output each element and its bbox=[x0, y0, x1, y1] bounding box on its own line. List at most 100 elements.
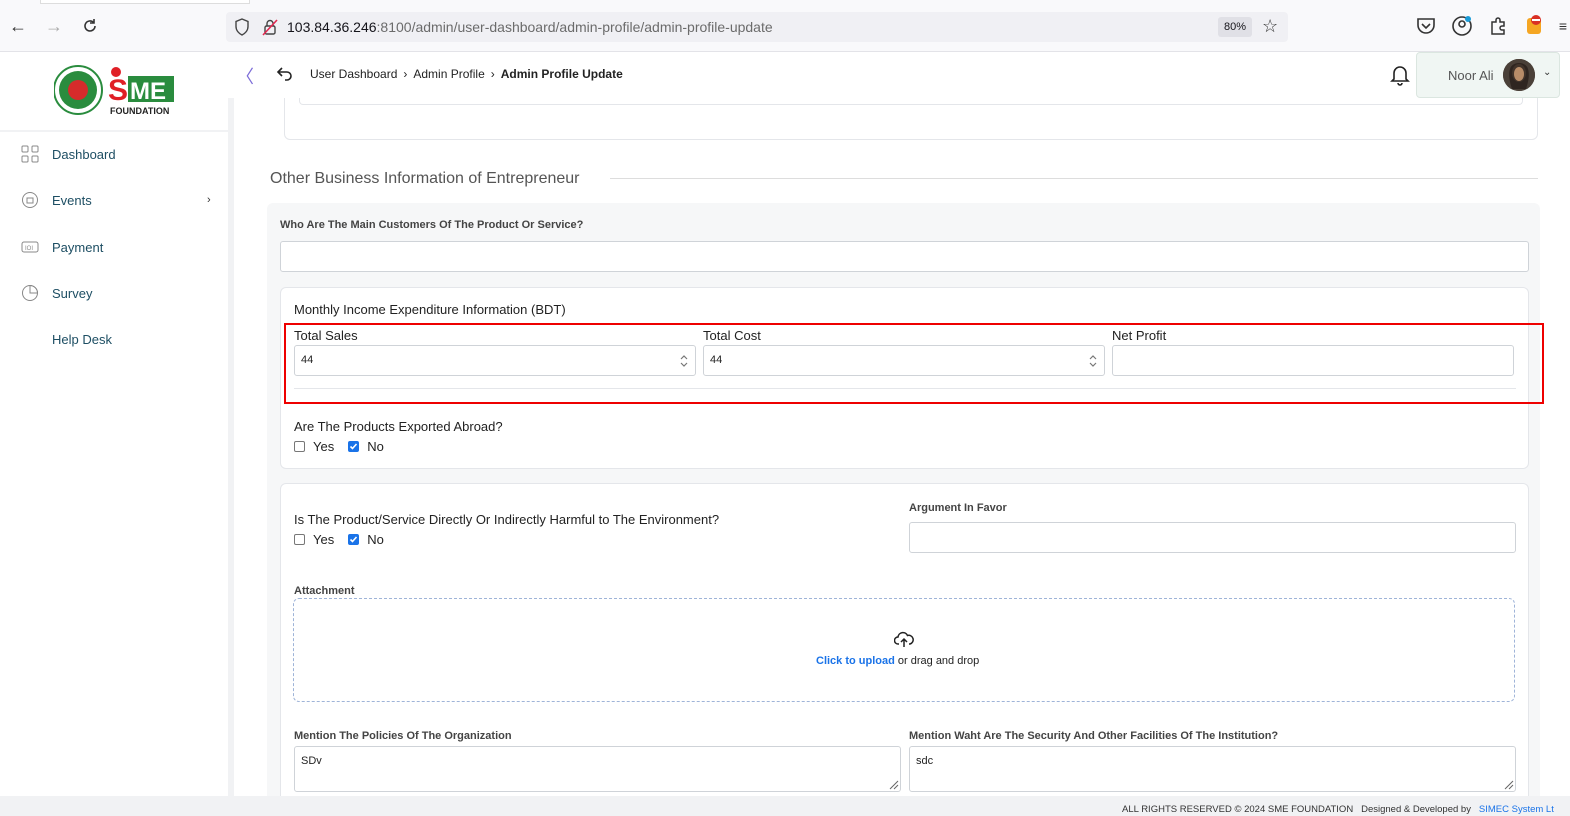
chevron-right-icon: › bbox=[490, 67, 495, 81]
monthly-divider bbox=[294, 388, 1516, 389]
events-icon bbox=[20, 190, 40, 210]
argument-input[interactable] bbox=[909, 522, 1516, 553]
extension-badge-icon[interactable] bbox=[1522, 14, 1546, 38]
breadcrumb-user-dashboard[interactable]: User Dashboard bbox=[310, 67, 397, 81]
bookmark-star-icon[interactable]: ☆ bbox=[1262, 16, 1282, 38]
upload-text: Click to upload or drag and drop bbox=[816, 655, 979, 667]
export-no-checkbox[interactable] bbox=[348, 441, 360, 452]
back-arrow-icon[interactable]: ← bbox=[6, 14, 30, 38]
collapse-sidebar-icon[interactable]: 〈 bbox=[236, 63, 254, 89]
security-textarea[interactable]: sdc bbox=[909, 746, 1516, 792]
sidebar-item-label: Dashboard bbox=[52, 146, 116, 162]
drag-drop-text: or drag and drop bbox=[897, 655, 980, 667]
monthly-income-title: Monthly Income Expenditure Information (… bbox=[294, 302, 566, 317]
security-label: Mention Waht Are The Security And Other … bbox=[909, 730, 1279, 742]
account-icon[interactable] bbox=[1450, 14, 1474, 38]
monthly-income-card: Monthly Income Expenditure Information (… bbox=[280, 287, 1529, 469]
resize-grip-icon[interactable] bbox=[887, 778, 899, 790]
environment-question: Is The Product/Service Directly Or Indir… bbox=[294, 512, 720, 527]
attachment-label: Attachment bbox=[294, 585, 355, 597]
sidebar-item-survey[interactable]: Survey bbox=[20, 281, 92, 305]
security-value: sdc bbox=[916, 755, 934, 767]
net-profit-input[interactable] bbox=[1112, 345, 1514, 376]
sme-foundation-logo[interactable]: S ME FOUNDATION bbox=[54, 64, 176, 116]
argument-label: Argument In Favor bbox=[909, 502, 1007, 514]
export-yes-label: Yes bbox=[313, 439, 335, 454]
business-info-card: Who Are The Main Customers Of The Produc… bbox=[267, 203, 1540, 796]
svg-text:ME: ME bbox=[130, 78, 166, 105]
logo-brand-text: FOUNDATION bbox=[110, 106, 169, 116]
sidebar-item-payment[interactable]: IOI Payment bbox=[20, 235, 103, 259]
total-sales-label: Total Sales bbox=[294, 328, 358, 343]
number-stepper-icon[interactable] bbox=[1088, 353, 1098, 369]
main-content: Other Business Information of Entreprene… bbox=[234, 98, 1570, 796]
sidebar-item-label: Help Desk bbox=[52, 331, 112, 347]
number-stepper-icon[interactable] bbox=[679, 353, 689, 369]
chevron-right-icon[interactable]: › bbox=[207, 194, 211, 206]
top-header: 〈 User Dashboard › Admin Profile › Admin… bbox=[228, 52, 1570, 98]
policies-textarea[interactable]: SDv bbox=[294, 746, 901, 792]
reload-icon[interactable] bbox=[78, 14, 102, 38]
address-bar[interactable]: 103.84.36.246:8100/admin/user-dashboard/… bbox=[226, 12, 1288, 42]
svg-text:IOI: IOI bbox=[25, 246, 33, 252]
click-to-upload-link[interactable]: Click to upload bbox=[816, 655, 895, 667]
breadcrumb-admin-profile[interactable]: Admin Profile bbox=[413, 67, 484, 81]
policies-value: SDv bbox=[301, 755, 322, 767]
menu-icon[interactable]: ≡ bbox=[1556, 14, 1570, 38]
environment-no-label: No bbox=[367, 532, 384, 547]
grid-icon bbox=[20, 144, 40, 164]
copyright-text: ALL RIGHTS RESERVED © 2024 SME FOUNDATIO… bbox=[1122, 804, 1354, 815]
section-divider bbox=[610, 178, 1538, 179]
cloud-upload-icon bbox=[894, 631, 914, 647]
export-no-label: No bbox=[367, 439, 384, 454]
pocket-icon[interactable] bbox=[1414, 14, 1438, 38]
insecure-lock-icon[interactable] bbox=[262, 18, 278, 36]
designed-by-text: Designed & Developed by bbox=[1361, 804, 1471, 815]
forward-arrow-icon[interactable]: → bbox=[42, 14, 66, 38]
environment-yes-checkbox[interactable] bbox=[294, 534, 305, 545]
environment-no-checkbox[interactable] bbox=[348, 534, 360, 545]
url-text: 103.84.36.246:8100/admin/user-dashboard/… bbox=[287, 19, 773, 35]
environment-yes-label: Yes bbox=[313, 532, 335, 547]
sidebar-item-label: Events bbox=[52, 192, 92, 208]
survey-icon bbox=[20, 283, 40, 303]
customers-input[interactable] bbox=[280, 241, 1529, 272]
chevron-right-icon: › bbox=[403, 67, 408, 81]
sidebar-item-events[interactable]: Events › bbox=[20, 188, 220, 212]
shield-icon[interactable] bbox=[234, 18, 250, 36]
developer-link[interactable]: SIMEC System Lt bbox=[1479, 804, 1554, 815]
total-cost-input[interactable]: 44 bbox=[703, 345, 1105, 376]
previous-section-card bbox=[284, 98, 1538, 140]
chevron-down-icon[interactable]: ⌄ bbox=[1543, 67, 1551, 78]
breadcrumb-current: Admin Profile Update bbox=[500, 67, 623, 81]
resize-grip-icon[interactable] bbox=[1502, 778, 1514, 790]
zoom-level[interactable]: 80% bbox=[1218, 17, 1252, 37]
user-menu[interactable]: Noor Ali ⌄ bbox=[1416, 52, 1560, 98]
breadcrumb: User Dashboard › Admin Profile › Admin P… bbox=[310, 67, 623, 81]
footer-text: ALL RIGHTS RESERVED © 2024 SME FOUNDATIO… bbox=[1122, 804, 1554, 815]
total-sales-value: 44 bbox=[301, 354, 314, 366]
active-tab-edge bbox=[40, 0, 250, 4]
customers-label: Who Are The Main Customers Of The Produc… bbox=[280, 219, 584, 231]
avatar bbox=[1503, 59, 1535, 91]
sidebar-item-label: Payment bbox=[52, 239, 104, 255]
export-yes-checkbox[interactable] bbox=[294, 441, 305, 452]
payment-icon: IOI bbox=[20, 237, 40, 257]
policies-label: Mention The Policies Of The Organization bbox=[294, 730, 512, 742]
export-question: Are The Products Exported Abroad? bbox=[294, 419, 503, 434]
bell-icon[interactable] bbox=[1390, 64, 1410, 86]
section-title: Other Business Information of Entreprene… bbox=[270, 170, 580, 187]
back-icon[interactable] bbox=[276, 64, 294, 82]
attachment-dropzone[interactable]: Click to upload or drag and drop bbox=[293, 598, 1515, 702]
sidebar-item-dashboard[interactable]: Dashboard bbox=[20, 142, 116, 166]
total-sales-input[interactable]: 44 bbox=[294, 345, 696, 376]
svg-text:S: S bbox=[108, 74, 128, 107]
export-options: Yes No bbox=[294, 439, 398, 454]
extensions-icon[interactable] bbox=[1486, 14, 1510, 38]
sidebar-item-help-desk[interactable]: Help Desk bbox=[20, 327, 112, 351]
sidebar: S ME FOUNDATION Dashboard Events › IOI P… bbox=[0, 52, 228, 796]
footer: ALL RIGHTS RESERVED © 2024 SME FOUNDATIO… bbox=[0, 796, 1570, 816]
user-name: Noor Ali bbox=[1448, 68, 1494, 83]
browser-toolbar: ← → 103.84.36.246:8100/admin/user-dashbo… bbox=[0, 0, 1570, 52]
environment-options: Yes No bbox=[294, 532, 398, 547]
